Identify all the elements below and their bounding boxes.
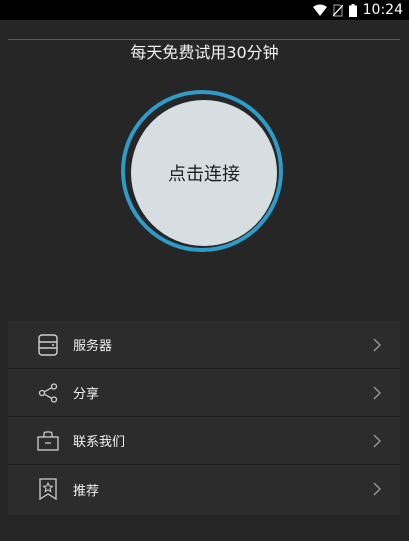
status-icons: 10:24 <box>312 2 403 18</box>
connect-button[interactable]: 点击连接 <box>131 100 277 246</box>
menu-item-label: 分享 <box>73 387 100 402</box>
status-time: 10:24 <box>362 2 403 18</box>
wifi-icon <box>312 4 327 16</box>
menu-item-server[interactable]: 服务器 <box>8 321 400 369</box>
menu-item-label: 服务器 <box>73 339 113 354</box>
chevron-right-icon <box>373 386 381 400</box>
chevron-right-icon <box>373 434 381 448</box>
menu-item-label: 推荐 <box>73 483 100 499</box>
menu-list: 服务器 分享 联系我们 推荐 <box>8 321 400 515</box>
chevron-right-icon <box>373 482 381 496</box>
contact-icon <box>36 429 60 453</box>
menu-item-share[interactable]: 分享 <box>8 369 400 417</box>
connect-button-label: 点击连接 <box>168 164 240 185</box>
status-bar: 10:24 <box>0 0 409 20</box>
battery-icon <box>348 3 357 17</box>
share-icon <box>36 381 60 405</box>
menu-item-contact[interactable]: 联系我们 <box>8 417 400 465</box>
page-title: 每天免费试用30分钟 <box>130 43 279 62</box>
header-divider <box>8 39 400 40</box>
chevron-right-icon <box>373 338 381 352</box>
menu-item-label: 联系我们 <box>73 435 126 450</box>
no-sim-icon <box>332 3 343 17</box>
recommend-icon <box>36 477 60 501</box>
server-icon <box>36 333 60 357</box>
menu-item-recommend[interactable]: 推荐 <box>8 465 400 513</box>
